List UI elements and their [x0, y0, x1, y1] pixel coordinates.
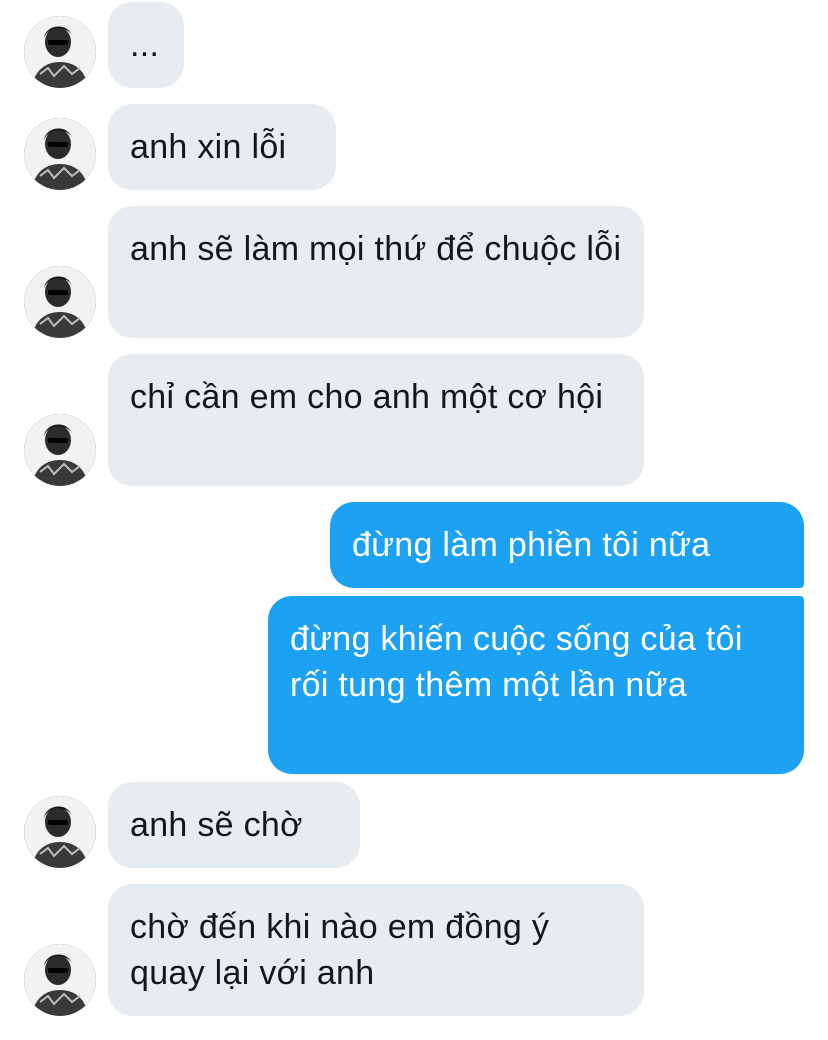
message-text: chờ đến khi nào em đồng ý quay lại với a…	[130, 908, 550, 992]
contact-avatar[interactable]	[24, 118, 96, 190]
message-thread: ... anh xin lỗi anh sẽ làm mọi thứ để ch…	[0, 0, 828, 1040]
sent-message-bubble[interactable]: đừng khiến cuộc sống của tôi rối tung th…	[268, 596, 804, 774]
avatar-photo-icon	[24, 944, 96, 1016]
received-message-bubble[interactable]: anh sẽ làm mọi thứ để chuộc lỗi	[108, 206, 644, 338]
avatar-photo-icon	[24, 266, 96, 338]
avatar-photo-icon	[24, 796, 96, 868]
message-text: anh sẽ chờ	[130, 806, 303, 844]
message-text: anh sẽ làm mọi thứ để chuộc lỗi	[130, 230, 622, 268]
message-text: đừng làm phiền tôi nữa	[352, 526, 711, 564]
received-message-bubble[interactable]: ...	[108, 2, 184, 88]
avatar-photo-icon	[24, 118, 96, 190]
message-text: đừng khiến cuộc sống của tôi rối tung th…	[290, 620, 743, 704]
contact-avatar[interactable]	[24, 414, 96, 486]
sent-message-bubble[interactable]: đừng làm phiền tôi nữa	[330, 502, 804, 588]
contact-avatar[interactable]	[24, 266, 96, 338]
received-message-bubble[interactable]: chờ đến khi nào em đồng ý quay lại với a…	[108, 884, 644, 1016]
avatar-photo-icon	[24, 414, 96, 486]
received-message-bubble[interactable]: anh sẽ chờ	[108, 782, 360, 868]
message-text: chỉ cần em cho anh một cơ hội	[130, 378, 604, 416]
message-text: anh xin lỗi	[130, 128, 287, 166]
contact-avatar[interactable]	[24, 796, 96, 868]
message-text: ...	[130, 26, 160, 64]
contact-avatar[interactable]	[24, 944, 96, 1016]
received-message-bubble[interactable]: chỉ cần em cho anh một cơ hội	[108, 354, 644, 486]
contact-avatar[interactable]	[24, 16, 96, 88]
received-message-bubble[interactable]: anh xin lỗi	[108, 104, 336, 190]
avatar-photo-icon	[24, 16, 96, 88]
